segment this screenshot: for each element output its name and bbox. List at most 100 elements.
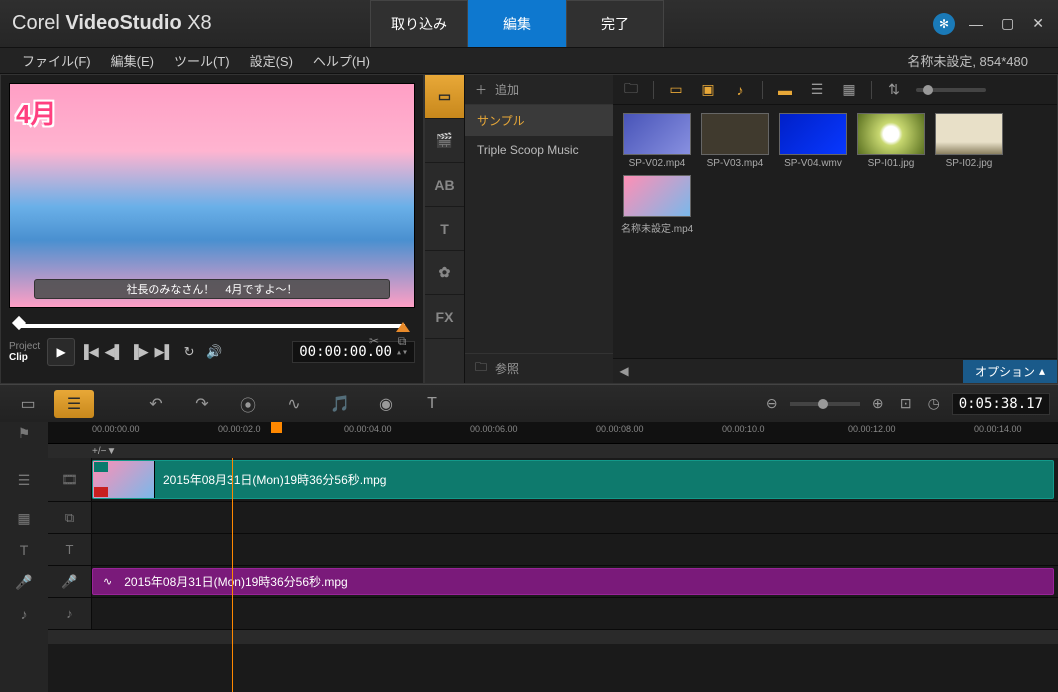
- tl-overlay-icon[interactable]: ▦: [0, 502, 48, 534]
- show-audio-icon[interactable]: ♪: [730, 81, 750, 99]
- tab-finish[interactable]: 完了: [566, 0, 664, 47]
- zoom-in-button[interactable]: ⊕: [868, 395, 888, 413]
- video-track-body[interactable]: 2015年08月31日(Mon)19時36分56秒.mpg: [92, 458, 1058, 501]
- duration-display[interactable]: 0:05:38.17: [952, 393, 1050, 415]
- music-track-body[interactable]: [92, 598, 1058, 629]
- timeline-ruler[interactable]: 00.00:00.0000.00:02.000.00:04.0000.00:06…: [48, 422, 1058, 444]
- import-media-icon[interactable]: 🗀: [621, 81, 641, 99]
- view-list-icon[interactable]: ☰: [807, 81, 827, 99]
- voice-track-head[interactable]: 🎤: [48, 566, 92, 597]
- library-thumb[interactable]: SP-V02.mp4: [621, 113, 693, 169]
- menu-edit[interactable]: 編集(E): [111, 51, 154, 70]
- lib-media-button[interactable]: ▭: [425, 75, 464, 119]
- tab-edit[interactable]: 編集: [468, 0, 566, 47]
- ruler-mark: 00.00:14.00: [974, 424, 1022, 434]
- menu-file[interactable]: ファイル(F): [22, 51, 91, 70]
- maximize-button[interactable]: ▢: [997, 13, 1018, 34]
- show-photo-icon[interactable]: ▣: [698, 81, 718, 99]
- menu-help[interactable]: ヘルプ(H): [313, 51, 370, 70]
- browse-button[interactable]: 🗀参照: [465, 353, 613, 383]
- repeat-button[interactable]: ↻: [178, 341, 200, 363]
- title-track-body[interactable]: [92, 534, 1058, 565]
- options-button[interactable]: オプション▴: [963, 360, 1057, 383]
- tl-voice-icon[interactable]: 🎤: [0, 566, 48, 598]
- next-frame-button[interactable]: ▐▶: [128, 341, 150, 363]
- tl-track-manager-icon[interactable]: ☰: [0, 458, 48, 502]
- audio-clip[interactable]: ∿ 2015年08月31日(Mon)19時36分56秒.mpg: [92, 568, 1054, 595]
- thumb-image: [701, 113, 769, 155]
- scrub-track[interactable]: [19, 324, 405, 328]
- lib-title-button[interactable]: T: [425, 207, 464, 251]
- record-button[interactable]: ⦿: [228, 390, 268, 418]
- menu-tool[interactable]: ツール(T): [174, 51, 230, 70]
- subtitle-button[interactable]: T: [412, 390, 452, 418]
- lib-transition-button[interactable]: AB: [425, 163, 464, 207]
- library-thumb[interactable]: SP-I02.jpg: [933, 113, 1005, 169]
- slider-thumb[interactable]: [923, 85, 933, 95]
- scissors-icon[interactable]: ✂: [365, 332, 383, 350]
- end-button[interactable]: ▶▌: [153, 341, 175, 363]
- library-thumb[interactable]: SP-V03.mp4: [699, 113, 771, 169]
- video-track-head[interactable]: 🎞: [48, 458, 92, 501]
- title-track-head[interactable]: T: [48, 534, 92, 565]
- thumbnail-size-slider[interactable]: [916, 88, 986, 92]
- view-grid-icon[interactable]: ▦: [839, 81, 859, 99]
- sep: [871, 81, 872, 99]
- scroll-left-button[interactable]: ◀: [613, 364, 635, 378]
- play-button[interactable]: ▶: [47, 338, 75, 366]
- prev-frame-button[interactable]: ◀▌: [103, 341, 125, 363]
- scrub-bar[interactable]: [9, 314, 415, 334]
- overlay-track-body[interactable]: [92, 502, 1058, 533]
- sort-icon[interactable]: ⇅: [884, 81, 904, 99]
- ruler-mark: 00.00:08.00: [596, 424, 644, 434]
- show-video-icon[interactable]: ▭: [666, 81, 686, 99]
- voice-track-body[interactable]: ∿ 2015年08月31日(Mon)19時36分56秒.mpg: [92, 566, 1058, 597]
- tl-title-icon[interactable]: T: [0, 534, 48, 566]
- overlay-track-head[interactable]: ⧉: [48, 502, 92, 533]
- mode-labels[interactable]: Project Clip: [9, 341, 40, 363]
- library-thumb[interactable]: SP-V04.wmv: [777, 113, 849, 169]
- scrub-end-marker[interactable]: [396, 322, 410, 332]
- zoom-out-button[interactable]: ⊖: [762, 395, 782, 413]
- video-clip-label: 2015年08月31日(Mon)19時36分56秒.mpg: [163, 471, 386, 488]
- lib-instant-button[interactable]: 🎬: [425, 119, 464, 163]
- timeline-scrollbar[interactable]: [48, 630, 1058, 644]
- timeline-view-button[interactable]: ☰: [54, 390, 94, 418]
- tl-marker-icon[interactable]: ⚑: [0, 422, 48, 444]
- music-track-head[interactable]: ♪: [48, 598, 92, 629]
- fit-project-button[interactable]: ⊡: [896, 395, 916, 413]
- minimize-button[interactable]: —: [965, 14, 987, 34]
- auto-music-button[interactable]: 🎵: [320, 390, 360, 418]
- storyboard-view-button[interactable]: ▭: [8, 390, 48, 418]
- tab-import[interactable]: 取り込み: [370, 0, 468, 47]
- playhead-handle[interactable]: [271, 422, 282, 433]
- tl-music-icon[interactable]: ♪: [0, 598, 48, 630]
- track-collapse-toggle[interactable]: +/−▼: [92, 446, 116, 457]
- lib-filter-button[interactable]: FX: [425, 295, 464, 339]
- audio-mixer-button[interactable]: ∿: [274, 390, 314, 418]
- undo-button[interactable]: ↶: [136, 390, 176, 418]
- lib-graphic-button[interactable]: ✿: [425, 251, 464, 295]
- sep: [653, 81, 654, 99]
- expand-icon[interactable]: ⧉: [393, 332, 411, 350]
- close-button[interactable]: ✕: [1028, 13, 1048, 34]
- playhead-line[interactable]: [232, 458, 233, 692]
- nav-tsm[interactable]: Triple Scoop Music: [465, 136, 613, 164]
- track-motion-button[interactable]: ◉: [366, 390, 406, 418]
- library-content: 🗀 ▭ ▣ ♪ ▬ ☰ ▦ ⇅ SP-V02.mp4SP-V03.mp4SP-V…: [613, 75, 1057, 358]
- home-button[interactable]: ▐◀: [78, 341, 100, 363]
- menu-settings[interactable]: 設定(S): [250, 51, 293, 70]
- preview-video[interactable]: 4月 社長のみなさん！ 4月ですよ～！: [9, 83, 415, 308]
- zoom-slider[interactable]: [790, 402, 860, 406]
- zoom-thumb[interactable]: [818, 399, 828, 409]
- volume-button[interactable]: 🔊: [203, 341, 225, 363]
- app-main: VideoStudio: [65, 12, 187, 34]
- corel-guide-button[interactable]: ✻: [933, 13, 955, 35]
- redo-button[interactable]: ↷: [182, 390, 222, 418]
- library-thumb[interactable]: 名称未設定.mp4: [621, 175, 693, 235]
- add-folder-button[interactable]: ＋追加: [465, 75, 613, 105]
- video-clip[interactable]: 2015年08月31日(Mon)19時36分56秒.mpg: [92, 460, 1054, 499]
- nav-sample[interactable]: サンプル: [465, 105, 613, 136]
- library-thumb[interactable]: SP-I01.jpg: [855, 113, 927, 169]
- view-large-icon[interactable]: ▬: [775, 81, 795, 99]
